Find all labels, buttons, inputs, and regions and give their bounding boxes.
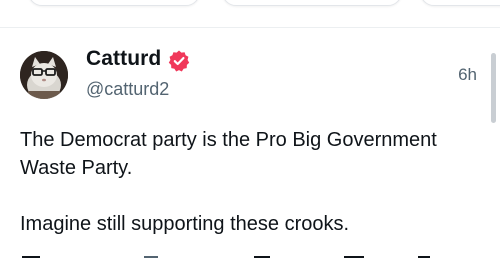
verified-badge-icon	[168, 50, 190, 72]
author-handle[interactable]: @catturd2	[86, 79, 169, 100]
top-filter-row	[0, 0, 500, 8]
avatar[interactable]	[20, 51, 68, 99]
scrollbar-thumb[interactable]	[491, 53, 496, 123]
share-icon[interactable]	[418, 256, 430, 262]
author-name[interactable]: Catturd	[86, 47, 161, 71]
post-paragraph: Imagine still supporting these crooks.	[20, 213, 350, 235]
feed-viewport: Catturd @catturd2 6h The Democrat party …	[0, 0, 500, 262]
post-actions	[0, 256, 500, 262]
post-card[interactable]: Catturd @catturd2 6h The Democrat party …	[0, 28, 500, 262]
repost-icon[interactable]	[144, 256, 158, 262]
post-paragraph: The Democrat party is the Pro Big Govern…	[20, 129, 437, 179]
avatar-image	[20, 51, 68, 99]
filter-pill[interactable]	[28, 0, 200, 6]
reply-icon[interactable]	[22, 256, 40, 262]
bookmark-icon[interactable]	[344, 256, 364, 262]
filter-pill[interactable]	[420, 0, 500, 6]
filter-pill[interactable]	[222, 0, 402, 6]
post-body: The Democrat party is the Pro Big Govern…	[20, 126, 480, 238]
like-icon[interactable]	[254, 256, 270, 262]
post-timestamp[interactable]: 6h	[458, 65, 477, 85]
